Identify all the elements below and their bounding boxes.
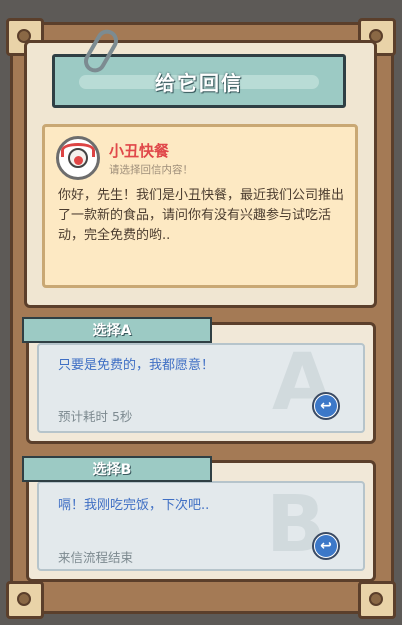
clown-avatar-icon: [56, 136, 100, 180]
option-b-status: 来信流程结束: [58, 550, 134, 565]
corner-bolt-icon: [6, 581, 44, 619]
option-a-duration: 预计耗时 5秒: [58, 409, 133, 424]
page-title: 给它回信: [155, 70, 243, 95]
option-a-tag: 选择A: [22, 317, 212, 343]
option-a-tag-label: 选择A: [92, 323, 132, 339]
reply-hint: 请选择回信内容！: [109, 164, 193, 176]
option-b-tag-label: 选择B: [92, 462, 132, 478]
sender-name: 小丑快餐: [109, 142, 170, 160]
option-b-tag: 选择B: [22, 456, 212, 482]
option-b-text[interactable]: 嗝！我刚吃完饭，下次吧..: [58, 494, 209, 513]
corner-bolt-icon: [358, 581, 396, 619]
option-a-text[interactable]: 只要是免费的，我都愿意！: [58, 354, 214, 373]
letter-body: 你好，先生！我们是小丑快餐，最近我们公司推出了一款新的食品，请问你有没有兴趣参与…: [58, 188, 345, 243]
reply-arrow-icon[interactable]: ↩: [312, 392, 340, 420]
reply-arrow-icon[interactable]: ↩: [312, 532, 340, 560]
